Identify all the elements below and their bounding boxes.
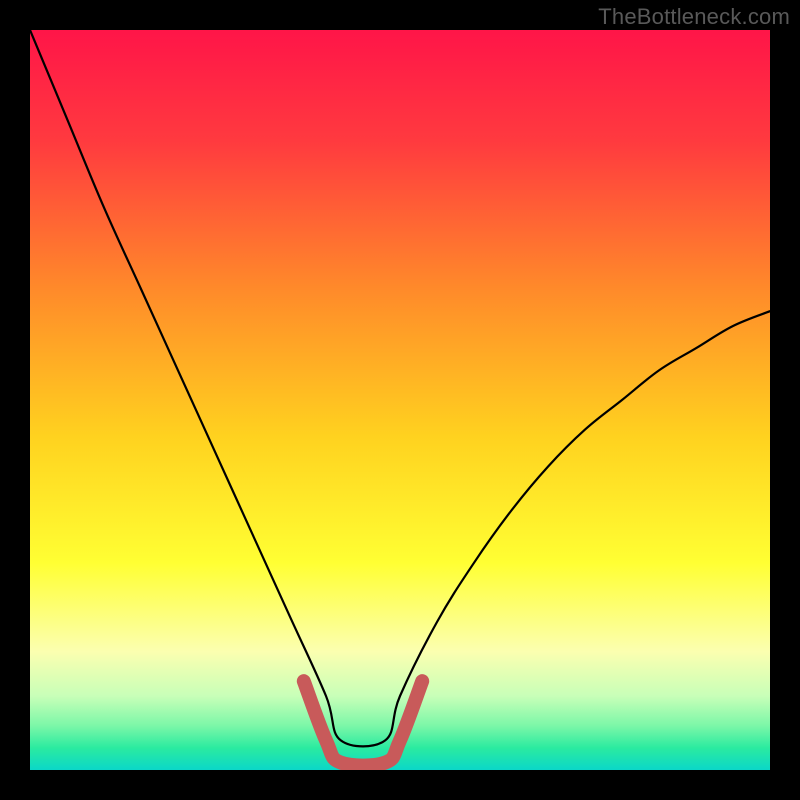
chart-frame: TheBottleneck.com [0, 0, 800, 800]
plot-area [30, 30, 770, 770]
watermark-text: TheBottleneck.com [598, 4, 790, 30]
gradient-background [30, 30, 770, 770]
